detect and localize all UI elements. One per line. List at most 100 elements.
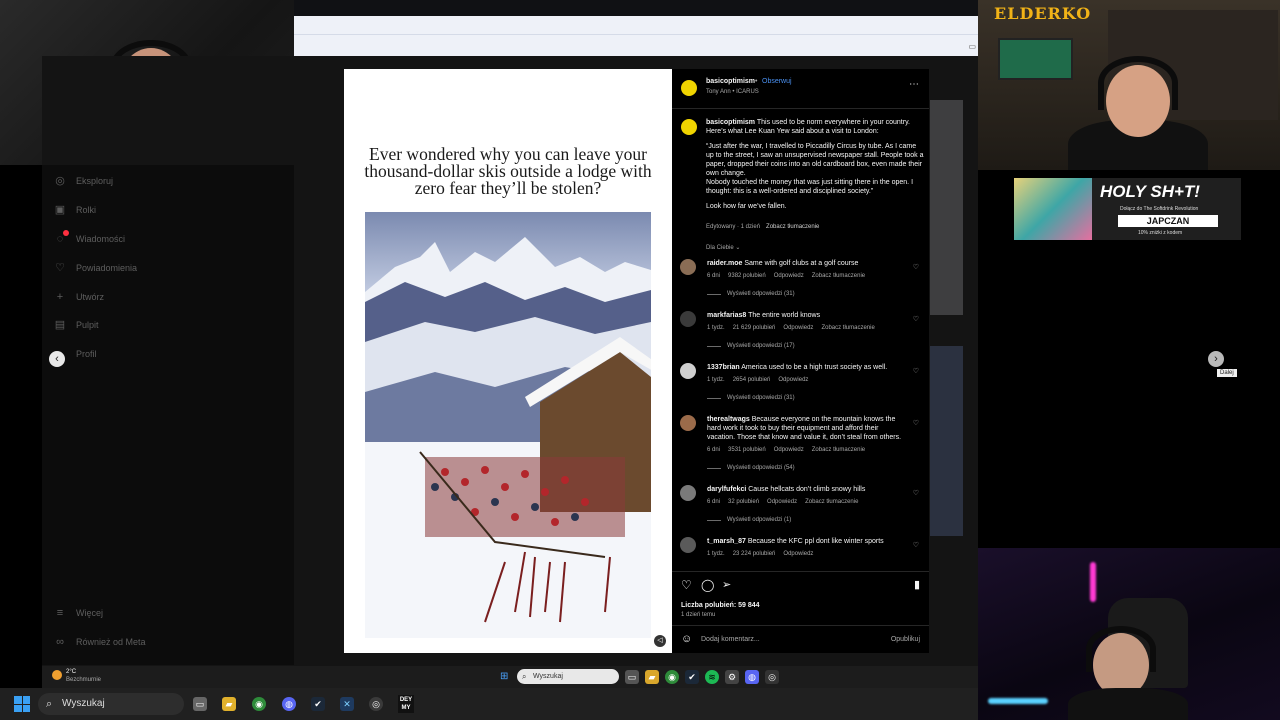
translate-link[interactable]: Zobacz tłumaczenie bbox=[812, 447, 865, 453]
sidebar-item-label: Utwórz bbox=[76, 292, 105, 302]
comment-likes[interactable]: 3531 polubień bbox=[728, 447, 766, 453]
comment-likes[interactable]: 9382 polubień bbox=[728, 273, 766, 279]
comment-body: The entire world knows bbox=[748, 312, 821, 319]
obs-icon[interactable]: ◎ bbox=[765, 670, 779, 684]
comment-like-icon[interactable]: ♡ bbox=[913, 489, 919, 497]
audio-label[interactable]: Tony Ann • ICARUS bbox=[706, 89, 759, 95]
obs-icon[interactable]: ◎ bbox=[369, 697, 383, 711]
author-username[interactable]: basicoptimism bbox=[706, 78, 755, 85]
steam-icon[interactable]: ✔ bbox=[311, 697, 325, 711]
comment-time: 1 tydz. bbox=[707, 551, 725, 557]
comment-likes[interactable]: 21 629 polubień bbox=[733, 325, 776, 331]
sidebar-item-reels[interactable]: ▣ Rolki bbox=[54, 204, 96, 216]
share-icon[interactable]: ➢ bbox=[722, 578, 731, 591]
publish-button[interactable]: Opublikuj bbox=[891, 636, 920, 643]
bookmark-icon[interactable]: ▮ bbox=[914, 578, 920, 591]
task-view-icon[interactable]: ▭ bbox=[625, 670, 639, 684]
sidebar-item-messages[interactable]: ◌ Wiadomości bbox=[54, 230, 125, 245]
comment-like-icon[interactable]: ♡ bbox=[913, 541, 919, 549]
app-icon[interactable]: DEY MY bbox=[398, 695, 414, 713]
spotify-icon[interactable]: ≋ bbox=[705, 670, 719, 684]
comment-like-icon[interactable]: ♡ bbox=[913, 263, 919, 271]
weather-desc: Bezchmurnie bbox=[66, 677, 102, 683]
view-replies-button[interactable]: Wyświetl odpowiedzi (1) bbox=[707, 517, 791, 523]
previous-post-button[interactable]: ‹ bbox=[49, 351, 65, 367]
follow-button[interactable]: Obserwuj bbox=[762, 78, 792, 85]
sidebar-item-notifications[interactable]: ♡ Powiadomienia bbox=[54, 262, 137, 274]
discord-icon[interactable]: ◍ bbox=[282, 697, 296, 711]
view-replies-button[interactable]: Wyświetl odpowiedzi (54) bbox=[707, 465, 795, 471]
comment-avatar[interactable] bbox=[680, 415, 696, 431]
settings-icon[interactable]: ⚙ bbox=[725, 670, 739, 684]
sidebar-item-create[interactable]: + Utwórz bbox=[54, 291, 104, 303]
comment-username[interactable]: t_marsh_87 bbox=[707, 538, 746, 545]
translate-link[interactable]: Zobacz tłumaczenie bbox=[812, 273, 865, 279]
comment-username[interactable]: 1337brian bbox=[707, 364, 740, 371]
task-view-icon[interactable]: ▭ bbox=[193, 697, 207, 711]
sidebar-item-dashboard[interactable]: ▤ Pulpit bbox=[54, 319, 99, 331]
caption-translate-link[interactable]: Zobacz tłumaczenie bbox=[766, 224, 819, 230]
sidebar-item-more[interactable]: ≡ Więcej bbox=[54, 607, 103, 619]
folder-icon[interactable]: ▰ bbox=[645, 670, 659, 684]
sidebar-item-label: Eksploruj bbox=[76, 176, 114, 186]
next-post-button[interactable]: › bbox=[1208, 351, 1224, 367]
comment-likes[interactable]: 32 polubień bbox=[728, 499, 759, 505]
comment-username[interactable]: markfarias8 bbox=[707, 312, 746, 319]
sidebar-item-meta[interactable]: ∞ Również od Meta bbox=[54, 636, 145, 648]
reply-button[interactable]: Odpowiedz bbox=[767, 499, 797, 505]
comment-icon[interactable]: ◯ bbox=[701, 578, 714, 592]
comment-input[interactable]: Dodaj komentarz... bbox=[701, 636, 760, 643]
chrome-icon[interactable]: ◉ bbox=[252, 697, 266, 711]
webcam-bottom bbox=[978, 548, 1280, 720]
more-options-icon[interactable]: ⋯ bbox=[909, 79, 919, 90]
comment-like-icon[interactable]: ♡ bbox=[913, 367, 919, 375]
comment-text: 1337brian America used to be a high trus… bbox=[707, 363, 907, 372]
discord-icon[interactable]: ◍ bbox=[745, 670, 759, 684]
cast-icon[interactable]: ▭ bbox=[968, 42, 976, 51]
author-avatar[interactable] bbox=[681, 80, 697, 96]
windows-start-icon[interactable]: ⊞ bbox=[500, 671, 508, 682]
reply-button[interactable]: Odpowiedz bbox=[783, 551, 813, 557]
notification-dot bbox=[63, 230, 69, 236]
steam-icon[interactable]: ✔ bbox=[685, 670, 699, 684]
comment-avatar[interactable] bbox=[680, 311, 696, 327]
translate-link[interactable]: Zobacz tłumaczenie bbox=[805, 499, 858, 505]
aquarium bbox=[998, 38, 1073, 80]
file-explorer-icon[interactable]: ▰ bbox=[222, 697, 236, 711]
comment-likes[interactable]: 23 224 polubień bbox=[733, 551, 776, 557]
reply-button[interactable]: Odpowiedz bbox=[774, 447, 804, 453]
mute-icon[interactable]: ◁ bbox=[654, 635, 666, 647]
comment-like-icon[interactable]: ♡ bbox=[913, 315, 919, 323]
post-media[interactable]: Ever wondered why you can leave your tho… bbox=[344, 69, 672, 653]
view-replies-button[interactable]: Wyświetl odpowiedzi (31) bbox=[707, 291, 795, 297]
chrome-icon[interactable]: ◉ bbox=[665, 670, 679, 684]
reply-button[interactable]: Odpowiedz bbox=[783, 325, 813, 331]
likes-count[interactable]: Liczba polubień: 59 844 bbox=[681, 602, 760, 609]
caption-author[interactable]: basicoptimism bbox=[706, 119, 755, 126]
comment-username[interactable]: darylfufekci bbox=[707, 486, 746, 493]
translate-link[interactable]: Zobacz tłumaczenie bbox=[821, 325, 874, 331]
reply-button[interactable]: Odpowiedz bbox=[774, 273, 804, 279]
comment-username[interactable]: raider.moe bbox=[707, 260, 742, 267]
comment-avatar[interactable] bbox=[680, 259, 696, 275]
headset bbox=[1086, 626, 1156, 672]
comment-likes[interactable]: 2654 polubień bbox=[733, 377, 771, 383]
inner-search-box[interactable]: ⌕ Wyszukaj bbox=[517, 669, 619, 684]
windows-start-icon[interactable] bbox=[14, 696, 30, 712]
reply-button[interactable]: Odpowiedz bbox=[778, 377, 808, 383]
caption-avatar[interactable] bbox=[681, 119, 697, 135]
sidebar-item-explore[interactable]: ◎ Eksploruj bbox=[54, 175, 113, 187]
comment-sort-dropdown[interactable]: Dla Ciebie ⌄ bbox=[706, 244, 740, 251]
emoji-icon[interactable]: ☺ bbox=[681, 633, 692, 645]
comment-avatar[interactable] bbox=[680, 537, 696, 553]
comment-avatar[interactable] bbox=[680, 485, 696, 501]
taskbar-search-box[interactable]: ⌕ Wyszukaj bbox=[38, 693, 184, 715]
browser-tabbar bbox=[294, 0, 978, 16]
like-icon[interactable]: ♡ bbox=[681, 578, 692, 592]
view-replies-button[interactable]: Wyświetl odpowiedzi (17) bbox=[707, 343, 795, 349]
view-replies-button[interactable]: Wyświetl odpowiedzi (31) bbox=[707, 395, 795, 401]
comment-avatar[interactable] bbox=[680, 363, 696, 379]
comment-username[interactable]: therealtwags bbox=[707, 416, 750, 423]
xbox-icon[interactable]: ✕ bbox=[340, 697, 354, 711]
comment-like-icon[interactable]: ♡ bbox=[913, 419, 919, 427]
